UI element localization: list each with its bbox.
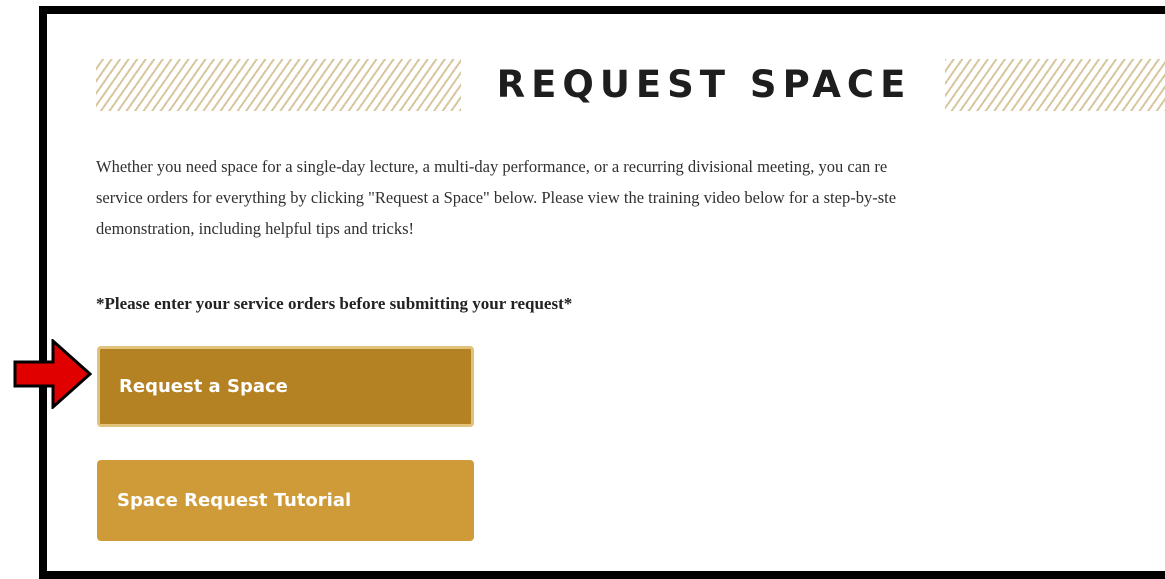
request-a-space-label: Request a Space	[119, 376, 288, 397]
page-header: REQUEST SPACE	[47, 59, 1165, 119]
red-arrow-icon	[13, 339, 92, 409]
screenshot-frame: REQUEST SPACE Whether you need space for…	[39, 6, 1165, 579]
request-a-space-button[interactable]: Request a Space	[97, 346, 474, 427]
decorative-hatch-left	[96, 59, 461, 111]
intro-line-3: demonstration, including helpful tips an…	[96, 219, 415, 238]
page-content: REQUEST SPACE Whether you need space for…	[47, 14, 1165, 571]
intro-line-1: Whether you need space for a single-day …	[96, 157, 888, 176]
intro-paragraph: Whether you need space for a single-day …	[96, 151, 1165, 244]
service-order-notice: *Please enter your service orders before…	[96, 294, 573, 313]
space-request-tutorial-label: Space Request Tutorial	[117, 490, 352, 511]
decorative-hatch-right	[945, 59, 1165, 111]
page-title: REQUEST SPACE	[496, 63, 912, 106]
intro-line-2: service orders for everything by clickin…	[96, 188, 897, 207]
space-request-tutorial-button[interactable]: Space Request Tutorial	[97, 460, 474, 541]
